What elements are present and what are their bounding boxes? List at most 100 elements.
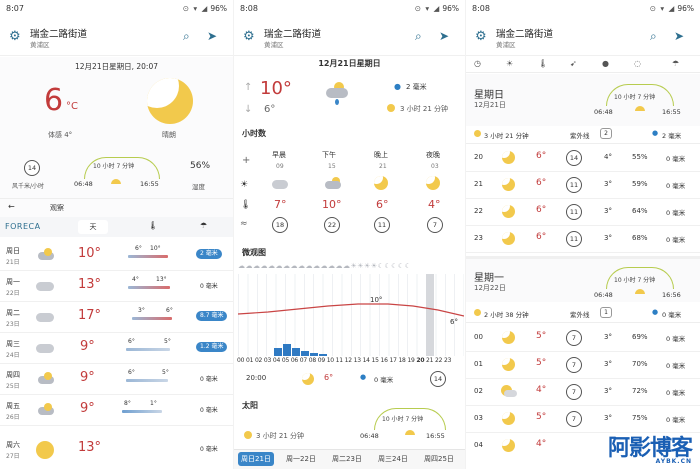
hour-row[interactable]: 22 6° 11 3° 64% 0 毫米 — [466, 199, 700, 226]
foreca-logo: FORECA — [5, 222, 41, 231]
clock-icon[interactable]: ◷ — [474, 59, 481, 68]
hour-row[interactable]: 01 5° 7 3° 70% 0 毫米 — [466, 352, 700, 379]
low-temp: 6° — [264, 104, 276, 115]
umbrella-icon[interactable]: ☂ — [672, 59, 679, 68]
day-date: 12月21日 — [474, 101, 506, 109]
gear-icon[interactable]: ⚙ — [9, 30, 23, 44]
sun-small-icon — [244, 431, 252, 439]
hour-row[interactable]: 00 5° 7 3° 69% 0 毫米 — [466, 325, 700, 352]
hour-row[interactable]: 21 6° 11 3° 59% 0 毫米 — [466, 172, 700, 199]
humidity-icon[interactable]: ◌ — [634, 59, 641, 68]
day-row[interactable]: 周四 25日 9° 6° 5° 0 毫米 — [0, 364, 233, 395]
search-icon[interactable]: ⌕ — [650, 29, 664, 43]
sunset-time: 16:55 — [140, 180, 159, 188]
sunrise-time: 06:48 — [360, 432, 379, 440]
thermometer-icon[interactable]: 🌡 — [538, 59, 548, 68]
search-icon[interactable]: ⌕ — [183, 29, 197, 43]
app-header: ⚙ 瑞金二路街道 黄浦区 ⌕ ➤ — [0, 18, 233, 56]
micro-chart[interactable]: 10° 6° — [238, 274, 464, 356]
observe-row[interactable]: ← 观察 — [0, 198, 233, 215]
day-name: 星期日 — [474, 90, 504, 101]
cloud-icon — [36, 310, 54, 322]
status-right: ⊙ ▾ ◢ 96% — [649, 4, 694, 13]
day-row[interactable]: 周六 27日 13° 0 毫米 — [0, 426, 233, 460]
battery-level: 96% — [442, 4, 459, 13]
tab-wed-24[interactable]: 周三24日 — [378, 454, 408, 464]
status-bar: 8:08 ⊙ ▾ ◢ 96% — [234, 0, 465, 18]
tab-thu-25[interactable]: 周四25日 — [424, 454, 454, 464]
gear-icon[interactable]: ⚙ — [243, 30, 257, 44]
moon-icon — [502, 151, 515, 164]
person-icon[interactable]: ● — [602, 59, 609, 68]
moon-icon — [502, 205, 515, 218]
moon-icon — [374, 176, 388, 190]
day-row[interactable]: 周二 23日 17° 3° 6° 8.7 毫米 — [0, 302, 233, 333]
sunset-time: 16:55 — [426, 432, 445, 440]
thermometer-icon[interactable]: 🌡 — [148, 221, 158, 230]
sun-duration: 3 小时 21 分钟 — [256, 432, 305, 440]
feels-like: 体感 4° — [48, 131, 73, 139]
weather-icon[interactable]: ☀ — [506, 59, 513, 68]
hour-row[interactable]: 20 6° 14 4° 55% 0 毫米 — [466, 145, 700, 172]
tab-tue-23[interactable]: 周二23日 — [332, 454, 362, 464]
thermometer-icon: 🌡 — [240, 200, 252, 210]
temperature-line — [238, 303, 464, 317]
rain-bar — [301, 351, 309, 356]
city-name[interactable]: 瑞金二路街道 — [264, 26, 321, 40]
location-arrow-icon[interactable]: ➤ — [674, 29, 688, 43]
district-name: 黄浦区 — [496, 41, 516, 49]
city-name[interactable]: 瑞金二路街道 — [496, 26, 553, 40]
moon-icon — [502, 178, 515, 191]
rain-drop-icon: ● — [652, 129, 659, 137]
partly-cloudy-icon — [324, 177, 342, 191]
hour-row[interactable]: 03 5° 7 3° 75% 0 毫米 — [466, 406, 700, 433]
sun-icon — [111, 179, 121, 184]
city-name[interactable]: 瑞金二路街道 — [30, 26, 87, 40]
down-arrow-icon: ↓ — [244, 104, 253, 115]
watermark-logo: 阿影博客 AYBK.CN — [607, 436, 693, 465]
location-arrow-icon[interactable]: ➤ — [439, 29, 453, 43]
wind-badge: 14 — [24, 160, 40, 176]
graph-max-label: 10° — [370, 296, 383, 304]
rain-bar — [292, 348, 300, 356]
tab-day[interactable]: 天 — [78, 220, 108, 234]
moon-icon — [502, 331, 515, 344]
location-arrow-icon[interactable]: ➤ — [207, 29, 221, 43]
day-row[interactable]: 周五 26日 9° 8° 1° 0 毫米 — [0, 395, 233, 426]
high-temp: 10° — [260, 78, 292, 99]
condition-text: 晴朗 — [162, 131, 176, 139]
temp-range-bar — [128, 286, 170, 289]
rain-bar — [310, 353, 318, 356]
wind-icon[interactable]: ➹ — [570, 59, 577, 68]
status-bar: 8:08 ⊙ ▾ ◢ 96% — [466, 0, 700, 18]
moon-icon — [502, 439, 515, 452]
panel-overview: 8:07 ⊙ ▾ ◢ 96% ⚙ 瑞金二路街道 黄浦区 ⌕ ➤ 12月21日星期日… — [0, 0, 233, 469]
search-icon[interactable]: ⌕ — [415, 29, 429, 43]
partly-cloudy-icon — [36, 372, 54, 384]
status-time: 8:08 — [240, 4, 258, 13]
day-header: 星期一 12月22日 10 小时 7 分钟 06:48 16:56 — [466, 256, 700, 302]
rain-bar — [274, 348, 282, 356]
day-row[interactable]: 周日 21日 10° 6° 10° 2 毫米 — [0, 240, 233, 271]
hourly-label: 小时数 — [242, 129, 266, 138]
hour-row[interactable]: 23 6° 11 3° 68% 0 毫米 — [466, 226, 700, 253]
status-time: 8:08 — [472, 4, 490, 13]
gear-icon[interactable]: ⚙ — [475, 30, 489, 44]
rain-pill: 8.7 毫米 — [196, 311, 228, 321]
cloud-icon — [272, 180, 288, 189]
sun-section-label: 太阳 — [242, 401, 258, 410]
day-row[interactable]: 周一 22日 13° 4° 13° 0 毫米 — [0, 271, 233, 302]
temp-range-bar — [132, 317, 172, 320]
umbrella-icon[interactable]: ☂ — [200, 221, 207, 230]
daily-tabs: FORECA 天 🌡 ☂ — [0, 217, 233, 237]
up-arrow-icon: ↑ — [244, 82, 253, 93]
add-icon[interactable]: + — [242, 155, 250, 166]
hour-row[interactable]: 02 4° 7 3° 72% 0 毫米 — [466, 379, 700, 406]
temp-range-bar — [126, 348, 170, 351]
status-right: ⊙ ▾ ◢ 96% — [414, 4, 459, 13]
tab-sun-21[interactable]: 周日21日 — [238, 452, 274, 466]
app-header: ⚙ 瑞金二路街道 黄浦区 ⌕ ➤ — [466, 18, 700, 56]
back-arrow-icon[interactable]: ← — [8, 202, 15, 211]
day-row[interactable]: 周三 24日 9° 6° 5° 1.2 毫米 — [0, 333, 233, 364]
tab-mon-22[interactable]: 周一22日 — [286, 454, 316, 464]
